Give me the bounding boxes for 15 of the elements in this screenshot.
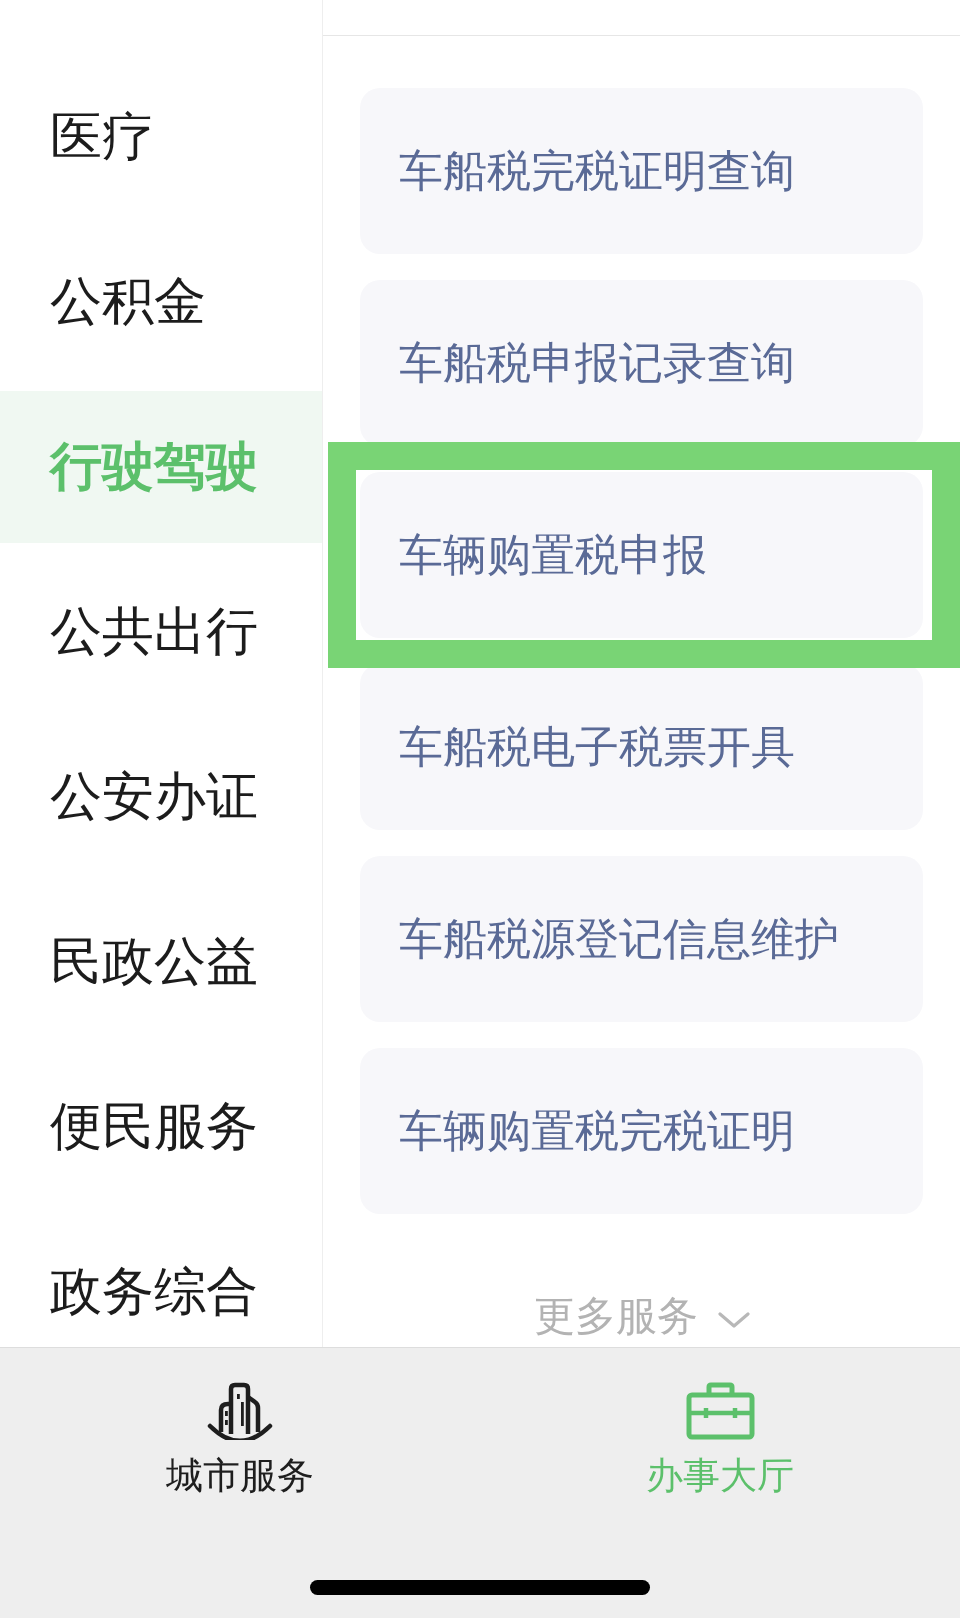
- sidebar-item[interactable]: 便民服务: [0, 1051, 322, 1203]
- service-card[interactable]: 车船税源登记信息维护: [360, 856, 923, 1022]
- sidebar-item[interactable]: 政务综合: [0, 1216, 322, 1347]
- buildings-icon: [205, 1382, 275, 1440]
- service-card[interactable]: 车船税完税证明查询: [360, 88, 923, 254]
- sidebar-item[interactable]: 医疗: [0, 61, 322, 213]
- sidebar-item[interactable]: 民政公益: [0, 886, 322, 1038]
- tab-button[interactable]: 城市服务: [0, 1348, 480, 1508]
- service-card[interactable]: 车辆购置税申报: [360, 472, 923, 638]
- sidebar-item[interactable]: 公积金: [0, 226, 322, 378]
- briefcase-icon: [685, 1382, 755, 1440]
- service-card[interactable]: 车辆购置税完税证明: [360, 1048, 923, 1214]
- sidebar-item[interactable]: 公共出行: [0, 556, 322, 708]
- sidebar-item[interactable]: 公安办证: [0, 721, 322, 873]
- chevron-down-icon: [717, 1311, 750, 1330]
